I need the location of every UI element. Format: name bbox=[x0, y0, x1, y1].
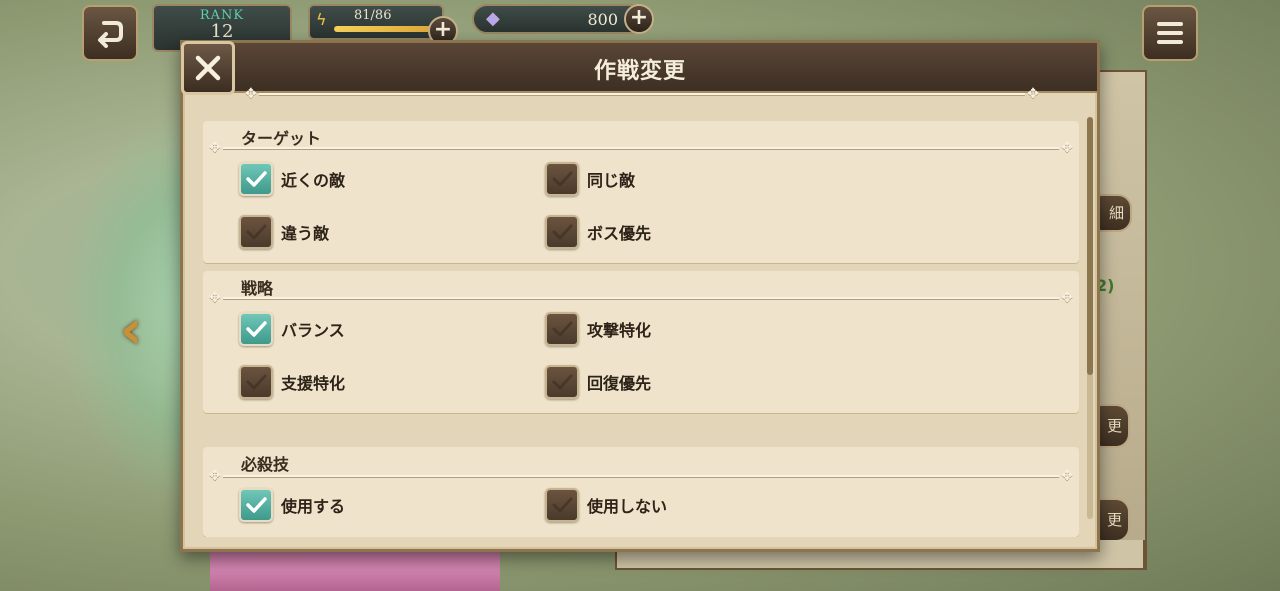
close-button[interactable] bbox=[181, 41, 235, 95]
option-label: 支援特化 bbox=[281, 374, 346, 393]
option-label: 回復優先 bbox=[587, 374, 652, 393]
checkmark-icon bbox=[246, 374, 267, 390]
option-no-special[interactable]: 使用しない bbox=[545, 487, 667, 523]
close-icon bbox=[195, 55, 221, 81]
option-label: 近くの敵 bbox=[281, 171, 346, 190]
option-label: ボス優先 bbox=[587, 224, 652, 243]
back-button[interactable] bbox=[82, 5, 138, 61]
checkbox[interactable] bbox=[239, 215, 273, 249]
option-label: 攻撃特化 bbox=[587, 321, 652, 340]
strategy-section: 戦略 ✥ ✥ バランス 攻撃特化 支援特化 回復優先 bbox=[203, 271, 1079, 413]
checkbox[interactable] bbox=[545, 162, 579, 196]
checkbox[interactable] bbox=[239, 312, 273, 346]
section-ornament-divider: ✥ ✥ bbox=[209, 468, 1073, 484]
header-ornament-divider: ✥ ✥ bbox=[245, 86, 1039, 102]
dialog-header: 作戦変更 bbox=[183, 43, 1097, 93]
checkbox[interactable] bbox=[545, 488, 579, 522]
dialog-title: 作戦変更 bbox=[593, 59, 686, 84]
option-label: 同じ敵 bbox=[587, 171, 636, 190]
checkmark-icon bbox=[246, 321, 267, 337]
special-move-section: 必殺技 ✥ ✥ 使用する 使用しない bbox=[203, 447, 1079, 537]
checkmark-icon bbox=[552, 171, 573, 187]
section-ornament-divider: ✥ ✥ bbox=[209, 290, 1073, 306]
target-section: ターゲット ✥ ✥ 近くの敵 同じ敵 違う敵 ボス優先 bbox=[203, 121, 1079, 263]
stamina-display: ϟ 81/86 bbox=[308, 4, 444, 40]
option-attack-focus[interactable]: 攻撃特化 bbox=[545, 311, 651, 347]
gem-value: 800 bbox=[587, 10, 618, 29]
checkmark-icon bbox=[552, 374, 573, 390]
rank-value: 12 bbox=[210, 21, 234, 42]
checkmark-icon bbox=[552, 321, 573, 337]
scrollbar-thumb[interactable] bbox=[1087, 117, 1093, 375]
option-nearby-enemy[interactable]: 近くの敵 bbox=[239, 161, 345, 197]
option-label: バランス bbox=[281, 321, 345, 340]
checkmark-icon bbox=[246, 224, 267, 240]
menu-button[interactable] bbox=[1142, 5, 1198, 61]
option-support-focus[interactable]: 支援特化 bbox=[239, 364, 345, 400]
options-scroll-area[interactable]: ターゲット ✥ ✥ 近くの敵 同じ敵 違う敵 ボス優先 戦略 ✥ ✥ バランス … bbox=[203, 115, 1081, 537]
checkbox[interactable] bbox=[239, 365, 273, 399]
checkmark-icon bbox=[246, 497, 267, 513]
option-heal-priority[interactable]: 回復優先 bbox=[545, 364, 651, 400]
checkbox[interactable] bbox=[545, 312, 579, 346]
stamina-bar-fill bbox=[334, 26, 432, 32]
stamina-text: 81/86 bbox=[354, 8, 392, 23]
strategy-change-dialog: 作戦変更 ✥ ✥ ターゲット ✥ ✥ 近くの敵 同じ敵 違う敵 ボス優先 戦略 … bbox=[180, 40, 1100, 552]
checkbox[interactable] bbox=[239, 162, 273, 196]
lightning-icon: ϟ bbox=[316, 10, 327, 29]
chevron-left-icon: ‹ bbox=[120, 298, 143, 361]
stamina-bar bbox=[334, 26, 438, 32]
option-balance[interactable]: バランス bbox=[239, 311, 345, 347]
option-same-enemy[interactable]: 同じ敵 bbox=[545, 161, 635, 197]
hamburger-menu-icon bbox=[1157, 22, 1183, 44]
option-label: 使用する bbox=[281, 497, 346, 516]
checkbox[interactable] bbox=[239, 488, 273, 522]
checkmark-icon bbox=[246, 171, 267, 187]
add-gem-button[interactable]: + bbox=[624, 4, 654, 34]
checkmark-icon bbox=[552, 497, 573, 513]
section-ornament-divider: ✥ ✥ bbox=[209, 140, 1073, 156]
option-label: 違う敵 bbox=[281, 224, 330, 243]
option-label: 使用しない bbox=[587, 497, 668, 516]
checkmark-icon bbox=[552, 224, 573, 240]
option-boss-priority[interactable]: ボス優先 bbox=[545, 214, 651, 250]
option-different-enemy[interactable]: 違う敵 bbox=[239, 214, 329, 250]
checkbox[interactable] bbox=[545, 215, 579, 249]
checkbox[interactable] bbox=[545, 365, 579, 399]
option-use-special[interactable]: 使用する bbox=[239, 487, 345, 523]
return-arrow-icon bbox=[98, 21, 123, 48]
crystal-icon: ◆ bbox=[486, 8, 500, 29]
